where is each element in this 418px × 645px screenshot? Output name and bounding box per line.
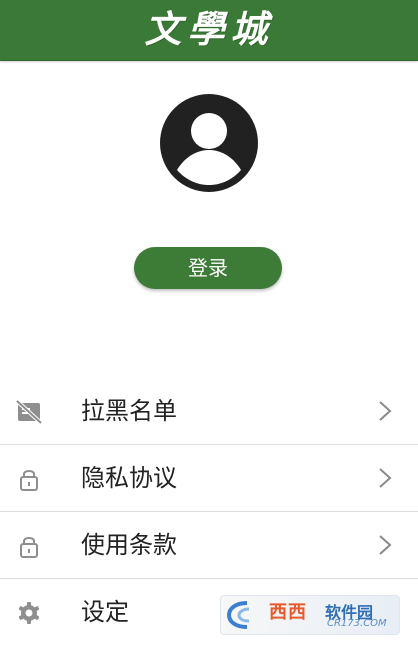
chevron-right-icon: [379, 468, 392, 488]
menu-item-terms-of-use[interactable]: 使用条款: [0, 512, 418, 579]
watermark-url: CR173.COM: [327, 618, 387, 629]
menu-item-label: 拉黑名单: [81, 397, 177, 425]
menu-item-label: 隐私协议: [81, 464, 177, 492]
app-title: 文學城: [144, 7, 274, 51]
menu-item-label: 使用条款: [81, 531, 177, 559]
blocked-card-icon: [15, 399, 43, 425]
app-header: 文學城: [0, 0, 418, 61]
menu-item-label: 设定: [81, 598, 129, 626]
chevron-right-icon: [379, 401, 392, 421]
lock-icon: [20, 537, 38, 558]
watermark-logo-icon: [226, 601, 250, 629]
gear-icon: [18, 602, 40, 624]
user-avatar-icon[interactable]: [160, 94, 258, 192]
lock-icon: [20, 470, 38, 491]
menu-item-blacklist[interactable]: 拉黑名单: [0, 378, 418, 445]
login-button[interactable]: 登录: [134, 247, 282, 289]
menu-item-privacy-policy[interactable]: 隐私协议: [0, 445, 418, 512]
chevron-right-icon: [379, 535, 392, 555]
watermark-name: 西西: [269, 602, 307, 623]
site-watermark: 西西 软件园 CR173.COM: [220, 595, 400, 635]
